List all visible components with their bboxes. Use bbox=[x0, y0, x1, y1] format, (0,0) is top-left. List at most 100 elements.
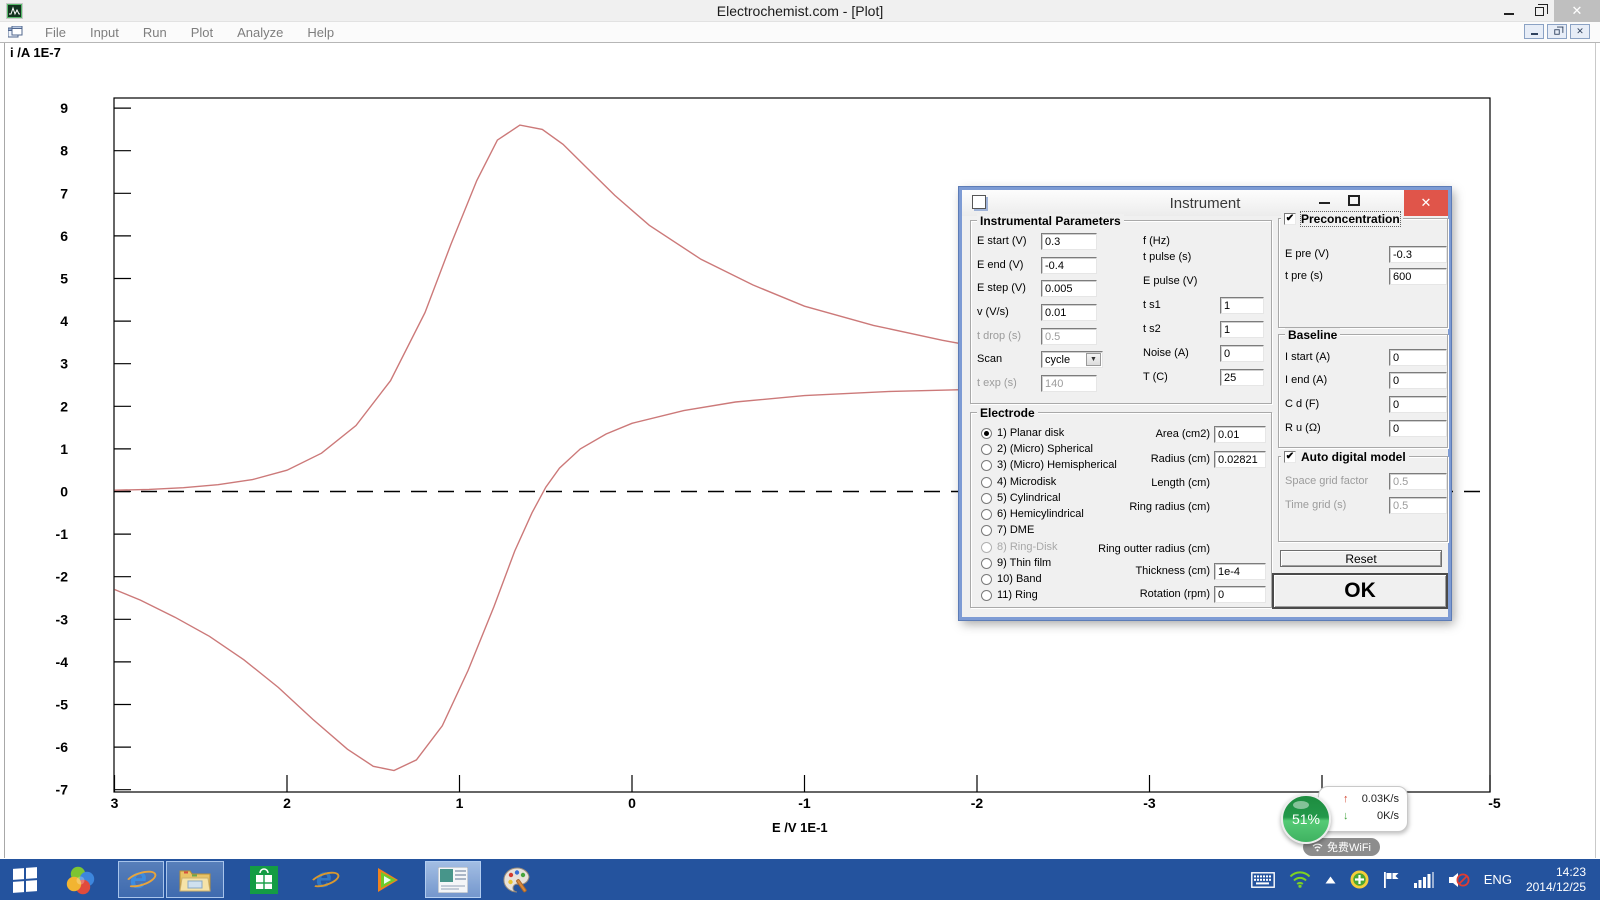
field-dropdown[interactable]: cycle▼ bbox=[1041, 351, 1103, 368]
svg-text:-3: -3 bbox=[1143, 795, 1156, 811]
taskbar-windows-store[interactable] bbox=[243, 861, 285, 899]
svg-text:-5: -5 bbox=[1488, 795, 1501, 811]
field-label: t pulse (s) bbox=[1143, 251, 1217, 263]
radio-icon[interactable] bbox=[981, 542, 992, 553]
dialog-minimize-button[interactable] bbox=[1319, 202, 1330, 204]
svg-text:3: 3 bbox=[60, 356, 68, 372]
field-label: Length (cm) bbox=[1001, 477, 1210, 489]
field-input[interactable]: 0.5 bbox=[1041, 328, 1097, 345]
wifi-mini-icon bbox=[1312, 843, 1323, 852]
field-input[interactable]: 0 bbox=[1214, 586, 1266, 603]
radio-icon[interactable] bbox=[981, 574, 992, 585]
svg-text:-1: -1 bbox=[798, 795, 811, 811]
language-indicator[interactable]: ENG bbox=[1484, 872, 1512, 887]
svg-text:-1: -1 bbox=[56, 526, 69, 542]
taskbar-file-explorer[interactable] bbox=[166, 861, 224, 898]
ie2-icon: e bbox=[312, 866, 340, 894]
field-input[interactable]: 140 bbox=[1041, 375, 1097, 392]
wifi-icon[interactable] bbox=[1289, 871, 1311, 888]
dialog-close-button[interactable]: ✕ bbox=[1404, 190, 1448, 216]
electrode-radio[interactable]: 7) DME bbox=[981, 524, 1034, 536]
taskbar-paint[interactable] bbox=[496, 861, 538, 899]
field-input[interactable]: 1 bbox=[1220, 321, 1264, 338]
field-input[interactable]: -0.3 bbox=[1389, 246, 1447, 263]
radio-icon[interactable] bbox=[981, 509, 992, 520]
start-button[interactable] bbox=[4, 861, 46, 899]
svg-text:6: 6 bbox=[60, 228, 68, 244]
radio-icon[interactable] bbox=[981, 477, 992, 488]
field-label: v (V/s) bbox=[977, 306, 1039, 318]
radio-icon[interactable] bbox=[981, 460, 992, 471]
radio-icon[interactable] bbox=[981, 590, 992, 601]
field-label: E start (V) bbox=[977, 235, 1039, 247]
radio-label: 7) DME bbox=[997, 524, 1034, 536]
field-input[interactable]: 0 bbox=[1389, 396, 1447, 413]
upload-arrow-icon: ↑ bbox=[1343, 793, 1349, 810]
action-center-flag-icon[interactable] bbox=[1383, 871, 1400, 889]
svg-text:-3: -3 bbox=[56, 611, 69, 627]
preconcentration-checkbox[interactable]: ✔ bbox=[1284, 213, 1296, 225]
svg-text:8: 8 bbox=[60, 143, 68, 159]
field-input[interactable]: 0 bbox=[1389, 349, 1447, 366]
reset-button[interactable]: Reset bbox=[1280, 550, 1442, 567]
paint-palette-icon bbox=[502, 865, 532, 895]
signal-bars-icon[interactable] bbox=[1414, 872, 1434, 888]
svg-text:0: 0 bbox=[60, 484, 68, 500]
preconcentration-label: Preconcentration bbox=[1301, 212, 1400, 226]
svg-text:-5: -5 bbox=[56, 697, 69, 713]
field-input[interactable]: 0 bbox=[1220, 345, 1264, 362]
net-speed-tooltip: ↑ 0.03K/s ↓ 0K/s bbox=[1318, 786, 1408, 832]
field-input[interactable]: 0.5 bbox=[1389, 497, 1447, 514]
radio-icon[interactable] bbox=[981, 493, 992, 504]
auto-digital-checkbox[interactable]: ✔ bbox=[1284, 451, 1296, 463]
field-input[interactable]: 25 bbox=[1220, 369, 1264, 386]
dialog-maximize-button[interactable] bbox=[1348, 195, 1360, 206]
svg-text:-2: -2 bbox=[56, 569, 69, 585]
taskbar-internet-explorer-2[interactable]: e bbox=[305, 861, 347, 899]
group-baseline: Baseline I start (A)0I end (A)0C d (F)0R… bbox=[1278, 334, 1448, 448]
field-input[interactable]: -0.4 bbox=[1041, 257, 1097, 274]
field-label: Radius (cm) bbox=[1001, 453, 1210, 465]
ok-button[interactable]: OK bbox=[1272, 573, 1448, 609]
group-instrumental-parameters: Instrumental Parameters E start (V)0.3E … bbox=[970, 220, 1272, 404]
instrument-dialog: Instrument ✕ Instrumental Parameters E s… bbox=[959, 187, 1451, 620]
battery-percent-ball[interactable]: 51% bbox=[1281, 794, 1331, 844]
field-input[interactable]: 600 bbox=[1389, 268, 1447, 285]
svg-text:9: 9 bbox=[60, 100, 68, 116]
windows-logo-icon bbox=[13, 867, 37, 893]
field-input[interactable]: 0.5 bbox=[1389, 473, 1447, 490]
field-input[interactable]: 0.02821 bbox=[1214, 451, 1266, 468]
field-label: t drop (s) bbox=[977, 330, 1039, 342]
radio-icon[interactable] bbox=[981, 558, 992, 569]
field-input[interactable]: 0.3 bbox=[1041, 233, 1097, 250]
field-input[interactable]: 0 bbox=[1389, 372, 1447, 389]
field-input[interactable]: 1e-4 bbox=[1214, 563, 1266, 580]
taskbar-media-player[interactable] bbox=[367, 861, 409, 899]
volume-muted-icon[interactable] bbox=[1448, 871, 1470, 889]
pinwheel-icon bbox=[66, 865, 96, 895]
taskbar-internet-explorer[interactable]: e bbox=[118, 861, 164, 898]
safety-center-icon[interactable] bbox=[1350, 870, 1369, 889]
field-input[interactable]: 0.01 bbox=[1041, 304, 1097, 321]
show-hidden-icons-caret[interactable] bbox=[1325, 876, 1336, 884]
radio-icon[interactable] bbox=[981, 525, 992, 536]
touch-keyboard-icon[interactable] bbox=[1251, 872, 1275, 888]
taskbar-plot-app-active[interactable] bbox=[425, 861, 481, 898]
field-label: I end (A) bbox=[1285, 374, 1385, 386]
store-icon bbox=[250, 866, 278, 894]
field-input[interactable]: 0.005 bbox=[1041, 280, 1097, 297]
field-input[interactable]: 0 bbox=[1389, 420, 1447, 437]
clock[interactable]: 14:23 2014/12/25 bbox=[1526, 865, 1586, 895]
radio-icon[interactable] bbox=[981, 444, 992, 455]
radio-icon[interactable] bbox=[981, 428, 992, 439]
taskbar: e e bbox=[0, 859, 1600, 900]
plot-app-icon bbox=[438, 867, 468, 893]
download-arrow-icon: ↓ bbox=[1343, 810, 1349, 827]
field-label: E pre (V) bbox=[1285, 248, 1385, 260]
field-input[interactable]: 0.01 bbox=[1214, 426, 1266, 443]
field-label: t pre (s) bbox=[1285, 270, 1385, 282]
field-label: E pulse (V) bbox=[1143, 275, 1217, 287]
dropdown-arrow-icon[interactable]: ▼ bbox=[1086, 353, 1101, 366]
field-input[interactable]: 1 bbox=[1220, 297, 1264, 314]
taskbar-pinwheel-browser[interactable] bbox=[60, 861, 102, 899]
